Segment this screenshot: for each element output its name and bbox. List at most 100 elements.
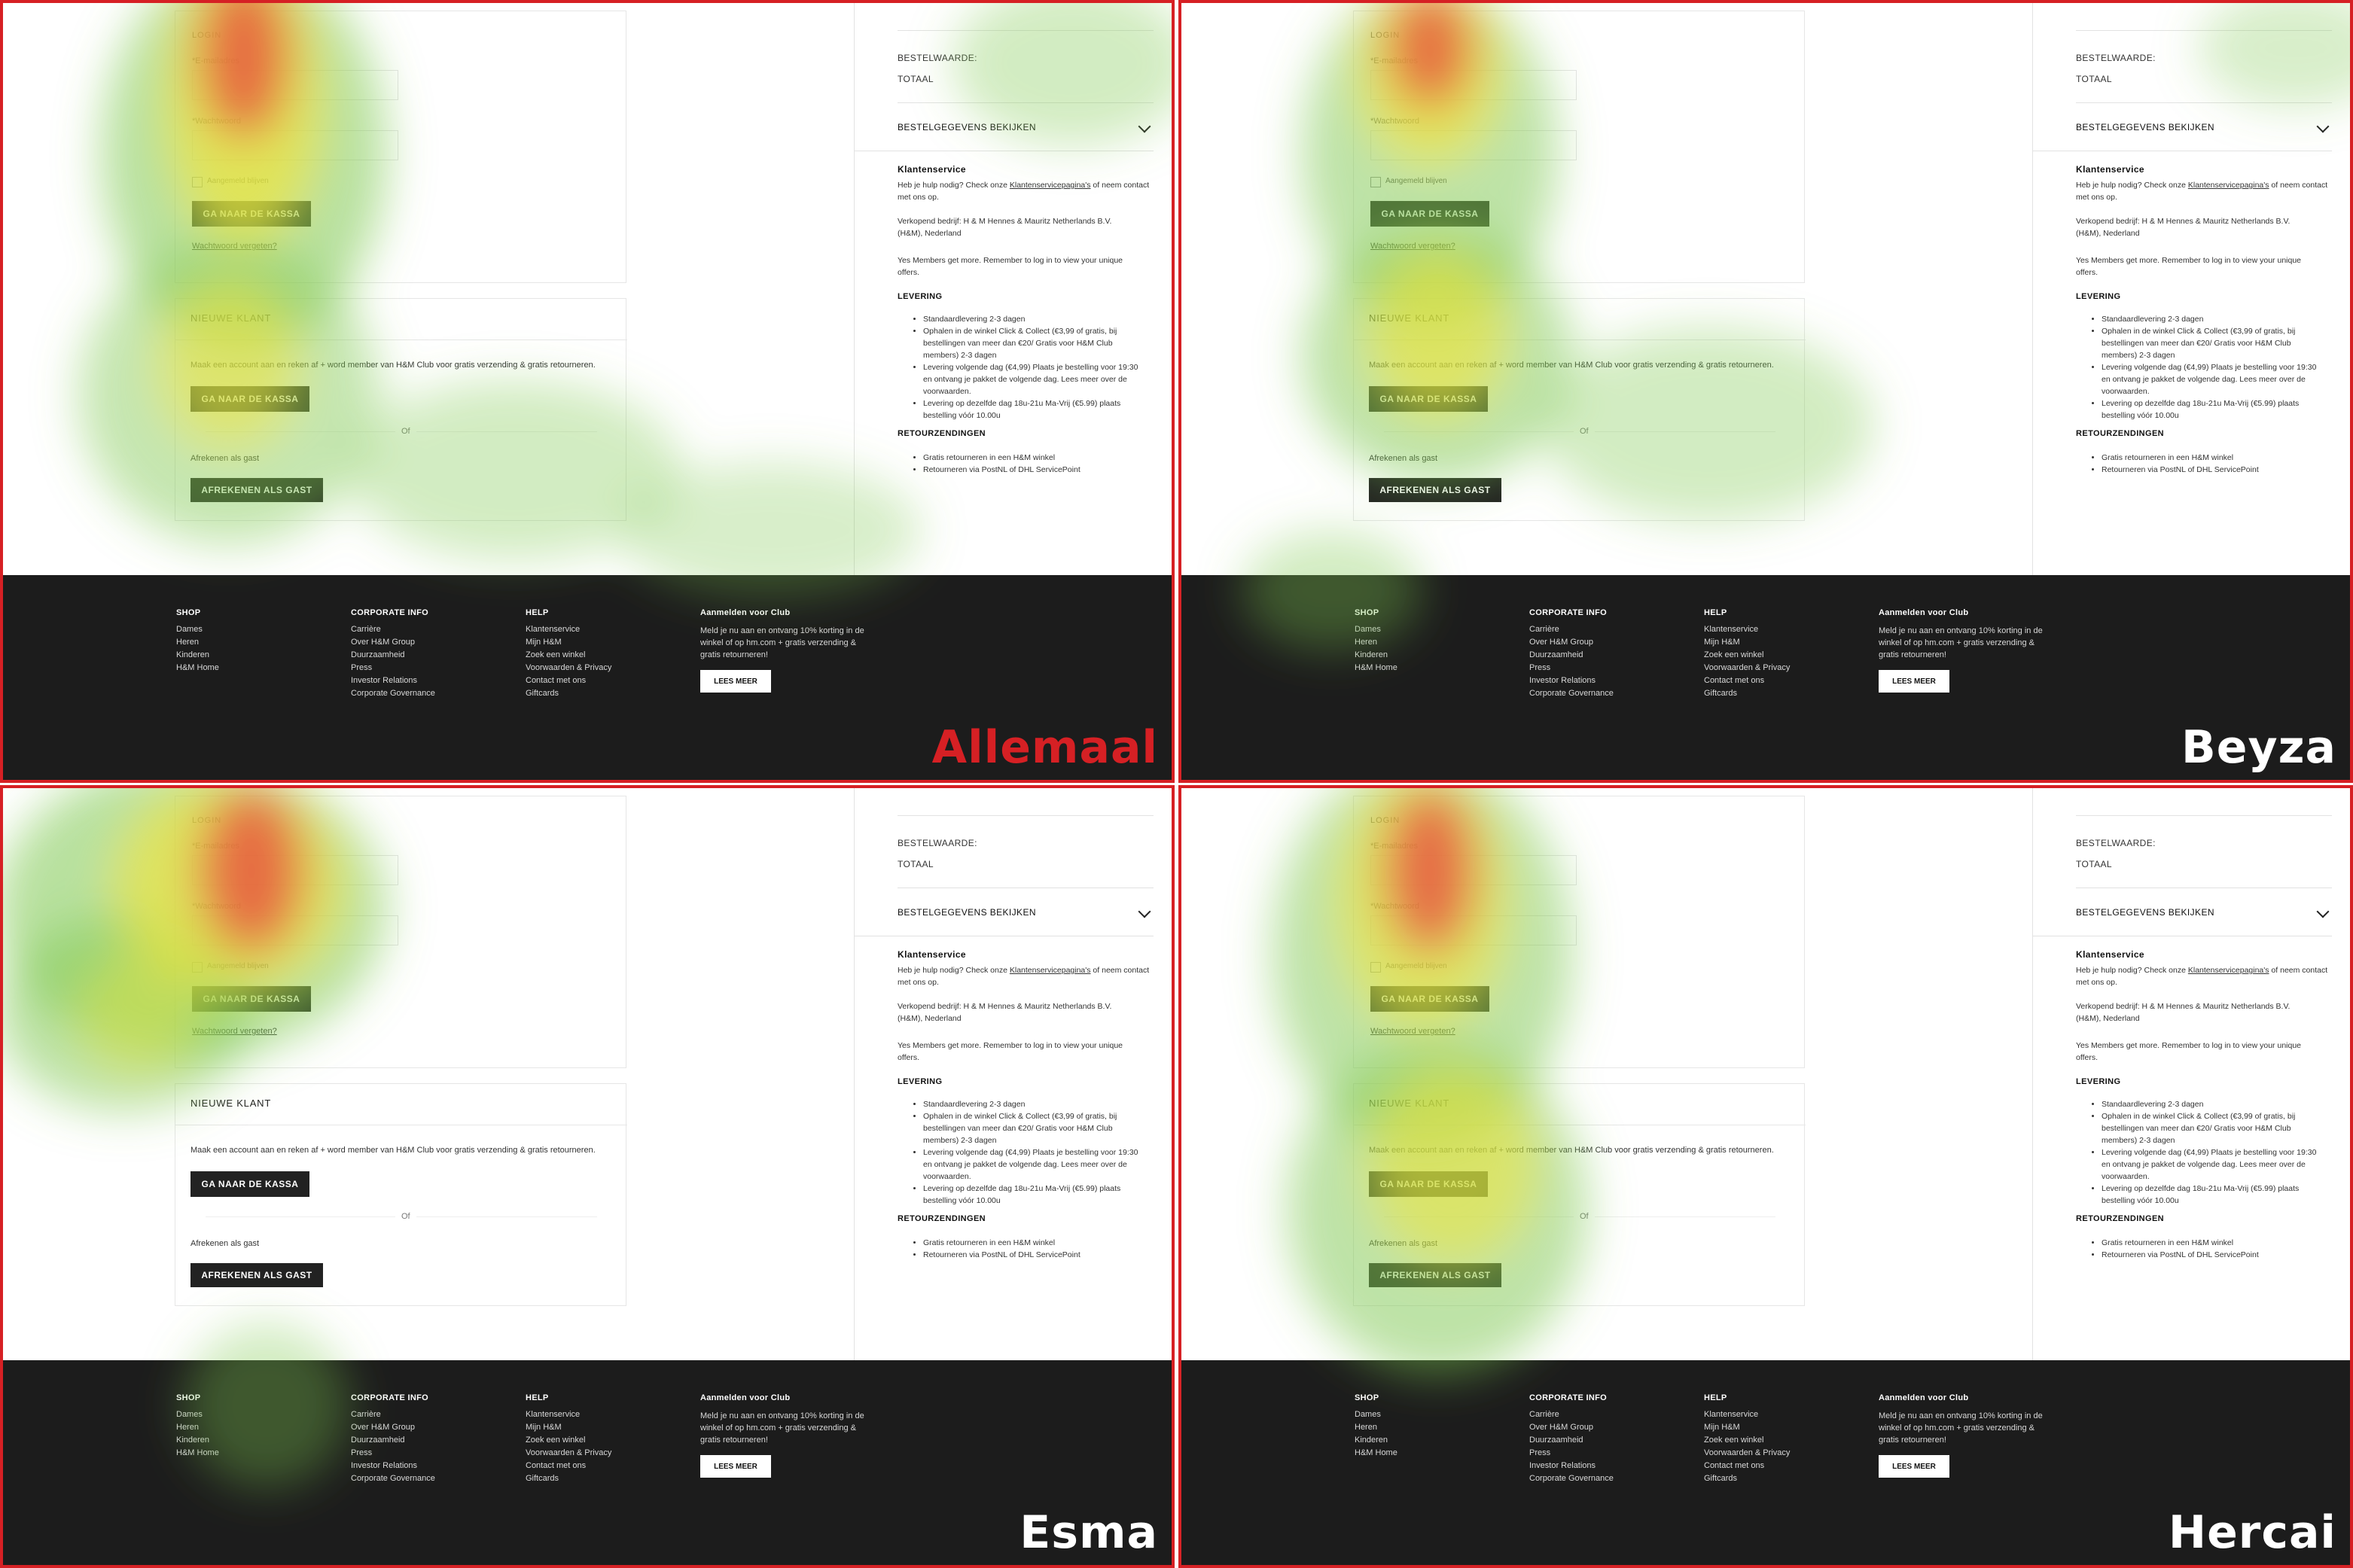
guest-checkout-button[interactable]: AFREKENEN ALS GAST [190, 1263, 323, 1287]
new-customer-checkout-button[interactable]: GA NAAR DE KASSA [1369, 1171, 1488, 1197]
password-field[interactable] [192, 130, 398, 160]
footer-link[interactable]: Corporate Governance [351, 1472, 435, 1485]
footer-link[interactable]: Carrière [351, 1408, 435, 1421]
service-page-link[interactable]: Klantenservicepagina's [2188, 181, 2269, 190]
footer-link[interactable]: Press [351, 1447, 435, 1460]
footer-link[interactable]: Kinderen [176, 649, 219, 662]
footer-link[interactable]: Klantenservice [526, 623, 611, 636]
email-field[interactable] [192, 855, 398, 885]
password-field[interactable] [1370, 915, 1577, 945]
footer-link[interactable]: Investor Relations [1529, 674, 1614, 687]
forgot-password-link[interactable]: Wachtwoord vergeten? [192, 1027, 277, 1036]
footer-link[interactable]: Contact met ons [1704, 1460, 1790, 1472]
login-submit-button[interactable]: GA NAAR DE KASSA [192, 986, 311, 1012]
footer-link[interactable]: Voorwaarden & Privacy [1704, 1447, 1790, 1460]
footer-link[interactable]: Heren [1355, 1421, 1397, 1434]
password-field[interactable] [1370, 130, 1577, 160]
guest-checkout-button[interactable]: AFREKENEN ALS GAST [190, 478, 323, 502]
footer-link[interactable]: Duurzaamheid [1529, 649, 1614, 662]
remember-checkbox[interactable] [1370, 177, 1381, 187]
guest-checkout-button[interactable]: AFREKENEN ALS GAST [1369, 478, 1501, 502]
footer-link[interactable]: Klantenservice [1704, 623, 1790, 636]
footer-link[interactable]: Duurzaamheid [1529, 1434, 1614, 1447]
club-read-more-button[interactable]: LEES MEER [700, 1455, 771, 1478]
footer-link[interactable]: Zoek een winkel [526, 1434, 611, 1447]
footer-link[interactable]: Corporate Governance [351, 687, 435, 700]
email-field[interactable] [192, 70, 398, 100]
footer-link[interactable]: Zoek een winkel [1704, 1434, 1790, 1447]
email-field[interactable] [1370, 70, 1577, 100]
footer-link[interactable]: Investor Relations [351, 674, 435, 687]
footer-link[interactable]: Voorwaarden & Privacy [526, 1447, 611, 1460]
footer-link[interactable]: Contact met ons [526, 674, 611, 687]
forgot-password-link[interactable]: Wachtwoord vergeten? [192, 242, 277, 251]
service-page-link[interactable]: Klantenservicepagina's [2188, 966, 2269, 975]
footer-link[interactable]: Press [1529, 1447, 1614, 1460]
service-page-link[interactable]: Klantenservicepagina's [1010, 966, 1091, 975]
footer-link[interactable]: Dames [1355, 1408, 1397, 1421]
order-details-toggle[interactable]: BESTELGEGEVENS BEKIJKEN [2076, 907, 2214, 918]
footer-link[interactable]: Heren [176, 636, 219, 649]
footer-link[interactable]: Over H&M Group [1529, 636, 1614, 649]
chevron-down-icon[interactable] [1138, 120, 1151, 133]
chevron-down-icon[interactable] [1138, 905, 1151, 918]
footer-link[interactable]: Zoek een winkel [1704, 649, 1790, 662]
footer-link[interactable]: Carrière [1529, 623, 1614, 636]
footer-link[interactable]: Press [1529, 662, 1614, 674]
chevron-down-icon[interactable] [2316, 905, 2330, 918]
club-read-more-button[interactable]: LEES MEER [1879, 670, 1949, 693]
footer-link[interactable]: Corporate Governance [1529, 687, 1614, 700]
footer-link[interactable]: Klantenservice [526, 1408, 611, 1421]
footer-link[interactable]: Klantenservice [1704, 1408, 1790, 1421]
footer-link[interactable]: Duurzaamheid [351, 1434, 435, 1447]
guest-checkout-button[interactable]: AFREKENEN ALS GAST [1369, 1263, 1501, 1287]
password-field[interactable] [192, 915, 398, 945]
footer-link[interactable]: H&M Home [1355, 1447, 1397, 1460]
footer-link[interactable]: Investor Relations [1529, 1460, 1614, 1472]
footer-link[interactable]: Heren [1355, 636, 1397, 649]
footer-link[interactable]: Zoek een winkel [526, 649, 611, 662]
forgot-password-link[interactable]: Wachtwoord vergeten? [1370, 1027, 1455, 1036]
footer-link[interactable]: Dames [176, 623, 219, 636]
footer-link[interactable]: Carrière [1529, 1408, 1614, 1421]
footer-link[interactable]: Dames [176, 1408, 219, 1421]
footer-link[interactable]: H&M Home [1355, 662, 1397, 674]
forgot-password-link[interactable]: Wachtwoord vergeten? [1370, 242, 1455, 251]
club-read-more-button[interactable]: LEES MEER [700, 670, 771, 693]
footer-link[interactable]: Investor Relations [351, 1460, 435, 1472]
footer-link[interactable]: Duurzaamheid [351, 649, 435, 662]
login-submit-button[interactable]: GA NAAR DE KASSA [1370, 201, 1489, 227]
club-read-more-button[interactable]: LEES MEER [1879, 1455, 1949, 1478]
footer-link[interactable]: Mijn H&M [1704, 636, 1790, 649]
login-submit-button[interactable]: GA NAAR DE KASSA [1370, 986, 1489, 1012]
footer-link[interactable]: Mijn H&M [526, 636, 611, 649]
chevron-down-icon[interactable] [2316, 120, 2330, 133]
footer-link[interactable]: Dames [1355, 623, 1397, 636]
footer-link[interactable]: Kinderen [176, 1434, 219, 1447]
footer-link[interactable]: H&M Home [176, 662, 219, 674]
remember-checkbox[interactable] [192, 962, 203, 973]
footer-link[interactable]: Voorwaarden & Privacy [526, 662, 611, 674]
footer-link[interactable]: Kinderen [1355, 1434, 1397, 1447]
footer-link[interactable]: Carrière [351, 623, 435, 636]
footer-link[interactable]: Kinderen [1355, 649, 1397, 662]
footer-link[interactable]: Giftcards [526, 1472, 611, 1485]
order-details-toggle[interactable]: BESTELGEGEVENS BEKIJKEN [898, 122, 1036, 132]
remember-checkbox[interactable] [192, 177, 203, 187]
email-field[interactable] [1370, 855, 1577, 885]
login-submit-button[interactable]: GA NAAR DE KASSA [192, 201, 311, 227]
footer-link[interactable]: Mijn H&M [526, 1421, 611, 1434]
new-customer-checkout-button[interactable]: GA NAAR DE KASSA [190, 386, 309, 412]
footer-link[interactable]: H&M Home [176, 1447, 219, 1460]
footer-link[interactable]: Giftcards [1704, 1472, 1790, 1485]
order-details-toggle[interactable]: BESTELGEGEVENS BEKIJKEN [898, 907, 1036, 918]
footer-link[interactable]: Contact met ons [526, 1460, 611, 1472]
footer-link[interactable]: Over H&M Group [351, 1421, 435, 1434]
footer-link[interactable]: Voorwaarden & Privacy [1704, 662, 1790, 674]
footer-link[interactable]: Giftcards [526, 687, 611, 700]
footer-link[interactable]: Over H&M Group [351, 636, 435, 649]
footer-link[interactable]: Mijn H&M [1704, 1421, 1790, 1434]
new-customer-checkout-button[interactable]: GA NAAR DE KASSA [1369, 386, 1488, 412]
remember-checkbox[interactable] [1370, 962, 1381, 973]
footer-link[interactable]: Heren [176, 1421, 219, 1434]
